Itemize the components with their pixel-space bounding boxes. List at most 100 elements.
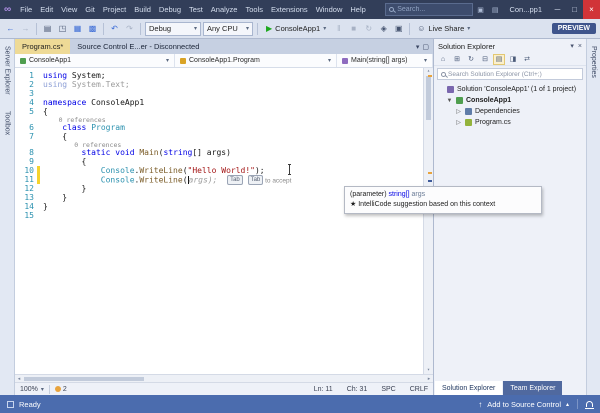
breadcrumb-item-main-string-args[interactable]: Main(string[] args)▾ [337, 54, 433, 67]
panel-tab-team-explorer[interactable]: Team Explorer [503, 381, 562, 395]
close-button[interactable]: × [583, 0, 600, 19]
float-window-icon[interactable]: ▢ [422, 43, 429, 51]
solution-configurations-dropdown[interactable]: Debug ▾ [145, 22, 201, 36]
document-health-indicator[interactable]: 2 [55, 386, 67, 393]
tree-item-solution-consoleapp1-1-of-1-project[interactable]: Solution 'ConsoleApp1' (1 of 1 project) [434, 84, 586, 95]
code-line[interactable]: 6 class Program [15, 123, 433, 132]
vertical-scrollbar[interactable]: ▴ ▾ [423, 68, 433, 374]
undo-icon[interactable]: ↶ [108, 22, 121, 36]
chevron-up-icon[interactable]: ▴ [566, 401, 569, 408]
home-icon[interactable]: ⌂ [437, 54, 449, 65]
show-all-files-icon[interactable]: ▤ [493, 54, 505, 65]
panel-tab-solution-explorer[interactable]: Solution Explorer [435, 381, 502, 395]
scroll-up-icon[interactable]: ▴ [424, 68, 433, 75]
navigate-back-icon[interactable]: ← [4, 22, 17, 36]
scroll-right-icon[interactable]: ▸ [425, 375, 433, 382]
expander-icon[interactable]: ▼ [446, 98, 453, 104]
expander-icon[interactable]: ▷ [455, 108, 462, 115]
menu-item-debug[interactable]: Debug [155, 3, 185, 16]
tree-item-program-cs[interactable]: ▷Program.cs [434, 117, 586, 128]
spaces-indicator[interactable]: SPC [381, 386, 395, 393]
code-editor[interactable]: 1using System;2using System.Text;34names… [15, 68, 433, 374]
code-line[interactable]: 5{ [15, 107, 433, 116]
global-search-input[interactable] [397, 6, 469, 13]
scroll-left-icon[interactable]: ◂ [15, 375, 23, 382]
line-ending-indicator[interactable]: CRLF [410, 386, 428, 393]
restart-icon[interactable]: ↻ [362, 22, 375, 36]
codelens-row[interactable]: 0 references [15, 116, 433, 123]
menu-item-project[interactable]: Project [99, 3, 130, 16]
horizontal-scrollbar-thumb[interactable] [24, 377, 144, 381]
codelens-row[interactable]: 0 references [15, 141, 433, 148]
code-line[interactable]: 3 [15, 89, 433, 98]
vertical-scrollbar-thumb[interactable] [426, 76, 431, 120]
close-icon[interactable]: × [578, 43, 582, 50]
tree-item-consoleapp1[interactable]: ▼ConsoleApp1 [434, 95, 586, 106]
navigate-forward-icon[interactable]: → [19, 22, 32, 36]
notifications-icon[interactable]: ▤ [488, 6, 503, 14]
menu-item-test[interactable]: Test [185, 3, 207, 16]
menu-item-file[interactable]: File [16, 3, 36, 16]
tab-program-cs[interactable]: Program.cs* [15, 39, 70, 54]
solution-search-input[interactable] [448, 71, 579, 78]
code-line[interactable]: 7 { [15, 132, 433, 141]
refresh-icon[interactable]: ↻ [465, 54, 477, 65]
command-window-icon[interactable]: ▣ [392, 22, 405, 36]
code-line[interactable]: 11 Console.WriteLine(args); Tab Tab to a… [15, 175, 433, 184]
stop-icon[interactable]: ■ [347, 22, 360, 36]
minimize-button[interactable]: ─ [549, 0, 566, 19]
solution-search-box[interactable] [437, 68, 583, 80]
start-debugging-button[interactable]: ▶ ConsoleApp1 ▾ [262, 22, 330, 36]
save-all-icon[interactable]: ▩ [86, 22, 99, 36]
menu-item-view[interactable]: View [57, 3, 81, 16]
sync-active-document-icon[interactable]: ⇄ [521, 54, 533, 65]
filter-icon[interactable]: ⊞ [451, 54, 463, 65]
add-to-source-control-button[interactable]: Add to Source Control [487, 400, 561, 409]
redo-icon[interactable]: ↷ [123, 22, 136, 36]
global-search-box[interactable] [385, 3, 473, 16]
rail-tab-server-explorer[interactable]: Server Explorer [3, 42, 12, 99]
code-line[interactable]: 9 { [15, 157, 433, 166]
code-line[interactable]: 10 Console.WriteLine("Hello World!"); [15, 166, 433, 175]
active-files-dropdown-icon[interactable]: ▾ [416, 43, 420, 51]
menu-item-extensions[interactable]: Extensions [267, 3, 312, 16]
line-indicator[interactable]: Ln: 11 [314, 386, 333, 393]
feedback-icon[interactable]: ▣ [473, 6, 488, 14]
scroll-down-icon[interactable]: ▾ [424, 367, 433, 374]
menu-item-help[interactable]: Help [346, 3, 369, 16]
pause-icon[interactable]: ‖ [332, 22, 345, 36]
menu-item-analyze[interactable]: Analyze [207, 3, 242, 16]
column-indicator[interactable]: Ch: 31 [347, 386, 368, 393]
chevron-down-icon[interactable]: ▾ [570, 42, 574, 50]
rail-tab-toolbox[interactable]: Toolbox [3, 107, 12, 139]
collapse-all-icon[interactable]: ⊟ [479, 54, 491, 65]
menu-item-edit[interactable]: Edit [36, 3, 57, 16]
notifications-bell-icon[interactable] [586, 401, 593, 407]
new-project-icon[interactable]: ▤ [41, 22, 54, 36]
live-share-button[interactable]: ☺ Live Share ▾ [414, 24, 473, 33]
code-line[interactable]: 1using System; [15, 71, 433, 80]
background-tasks-icon[interactable] [7, 401, 14, 408]
maximize-button[interactable]: □ [566, 0, 583, 19]
menu-item-window[interactable]: Window [312, 3, 347, 16]
code-line[interactable]: 8 static void Main(string[] args) [15, 148, 433, 157]
menu-item-tools[interactable]: Tools [241, 3, 267, 16]
open-file-icon[interactable]: ◳ [56, 22, 69, 36]
code-line[interactable]: 4namespace ConsoleApp1 [15, 98, 433, 107]
properties-icon[interactable]: ◨ [507, 54, 519, 65]
code-line[interactable]: 2using System.Text; [15, 80, 433, 89]
rail-tab-properties[interactable]: Properties [589, 42, 598, 82]
expander-icon[interactable]: ▷ [455, 119, 462, 126]
breadcrumb-item-consoleapp1-program[interactable]: ConsoleApp1.Program▾ [175, 54, 337, 67]
code-token: { [43, 132, 67, 141]
menu-item-build[interactable]: Build [130, 3, 155, 16]
breadcrumb-item-consoleapp1[interactable]: ConsoleApp1▾ [15, 54, 175, 67]
solution-platforms-dropdown[interactable]: Any CPU ▾ [203, 22, 253, 36]
save-icon[interactable]: ▦ [71, 22, 84, 36]
tab-source-control-e-er-disconnected[interactable]: Source Control E...er - Disconnected [70, 39, 206, 54]
menu-item-git[interactable]: Git [81, 3, 99, 16]
zoom-control[interactable]: 100% ▾ [20, 386, 44, 393]
tree-item-dependencies[interactable]: ▷Dependencies [434, 106, 586, 117]
find-in-files-icon[interactable]: ◈ [377, 22, 390, 36]
horizontal-scrollbar[interactable]: ◂ ▸ [15, 374, 433, 382]
